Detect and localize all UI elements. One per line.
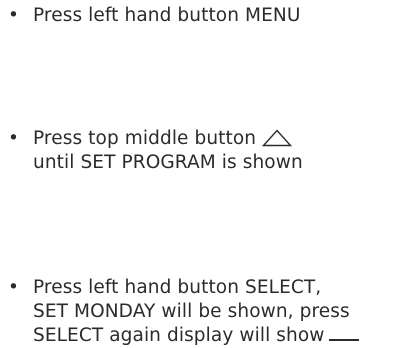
bullet: • (8, 128, 20, 149)
blank-line (328, 325, 359, 341)
instruction-step-set-program: • Press top middle button until SET PROG… (8, 127, 388, 175)
up-triangle-icon (262, 129, 293, 147)
instruction-line-with-icon: Press top middle button (33, 127, 388, 151)
instruction-line: SELECT again display will show (33, 325, 325, 346)
instruction-line: SET MONDAY will be shown, press (33, 301, 350, 322)
instruction-line-with-blank: SELECT again display will show (33, 324, 388, 348)
instruction-text: Press left hand button MENU (33, 4, 388, 28)
instruction-page: • Press left hand button MENU • Press to… (0, 0, 396, 348)
instruction-line: until SET PROGRAM is shown (33, 152, 303, 173)
instruction-line: Press left hand button SELECT, (33, 277, 322, 298)
bullet: • (8, 277, 20, 298)
instruction-text: Press left hand button SELECT, SET MONDA… (33, 276, 388, 348)
instruction-step-select: • Press left hand button SELECT, SET MON… (8, 276, 388, 348)
bullet: • (8, 5, 20, 26)
instruction-text: Press top middle button until SET PROGRA… (33, 127, 388, 175)
instruction-step-menu: • Press left hand button MENU (8, 4, 388, 28)
instruction-line: Press left hand button MENU (33, 5, 301, 26)
instruction-line: Press top middle button (33, 128, 257, 149)
